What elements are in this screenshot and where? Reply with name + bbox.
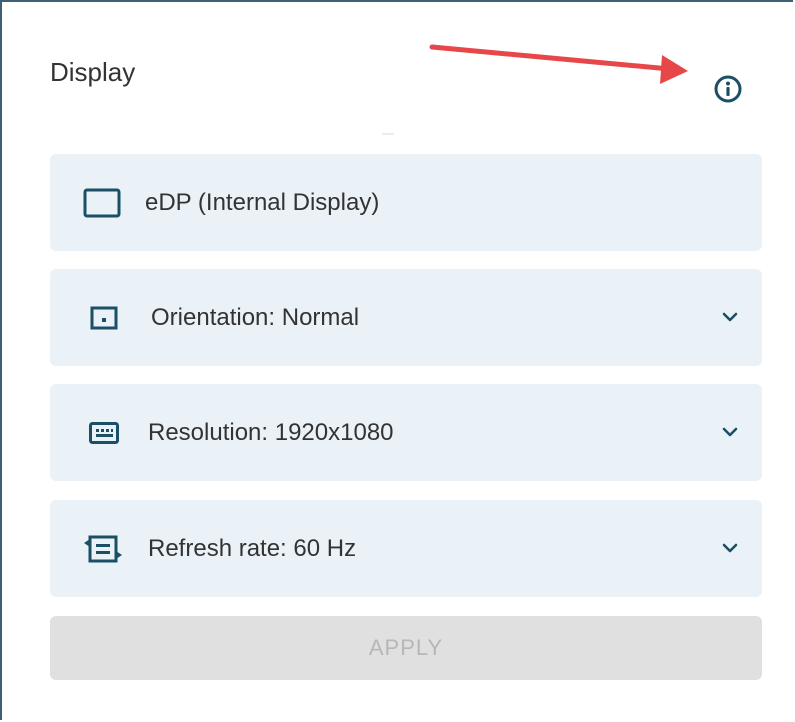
apply-button[interactable]: APPLY [50,616,762,680]
panel-title: Display [50,57,136,87]
refresh-rate-dropdown[interactable]: Refresh rate: 60 Hz [50,500,762,597]
info-icon[interactable] [711,72,745,106]
display-panel: Display eDP (Internal Display) Orientati… [0,0,793,720]
resolution-dropdown[interactable]: Resolution: 1920x1080 [50,384,762,481]
display-name-row: eDP (Internal Display) [50,154,762,251]
red-arrow-annotation [429,44,688,84]
refresh-rate-label: Refresh rate: 60 Hz [148,535,357,562]
refresh-rate-icon [84,535,122,562]
display-name-label: eDP (Internal Display) [145,189,380,216]
resolution-icon [89,421,119,444]
chevron-down-icon [722,312,738,322]
orientation-label: Orientation: Normal [151,304,360,331]
divider [382,133,394,135]
orientation-dropdown[interactable]: Orientation: Normal [50,269,762,366]
chevron-down-icon [722,427,738,437]
chevron-down-icon [722,543,738,553]
orientation-icon [90,306,118,329]
monitor-icon [83,188,121,217]
resolution-label: Resolution: 1920x1080 [148,419,394,446]
